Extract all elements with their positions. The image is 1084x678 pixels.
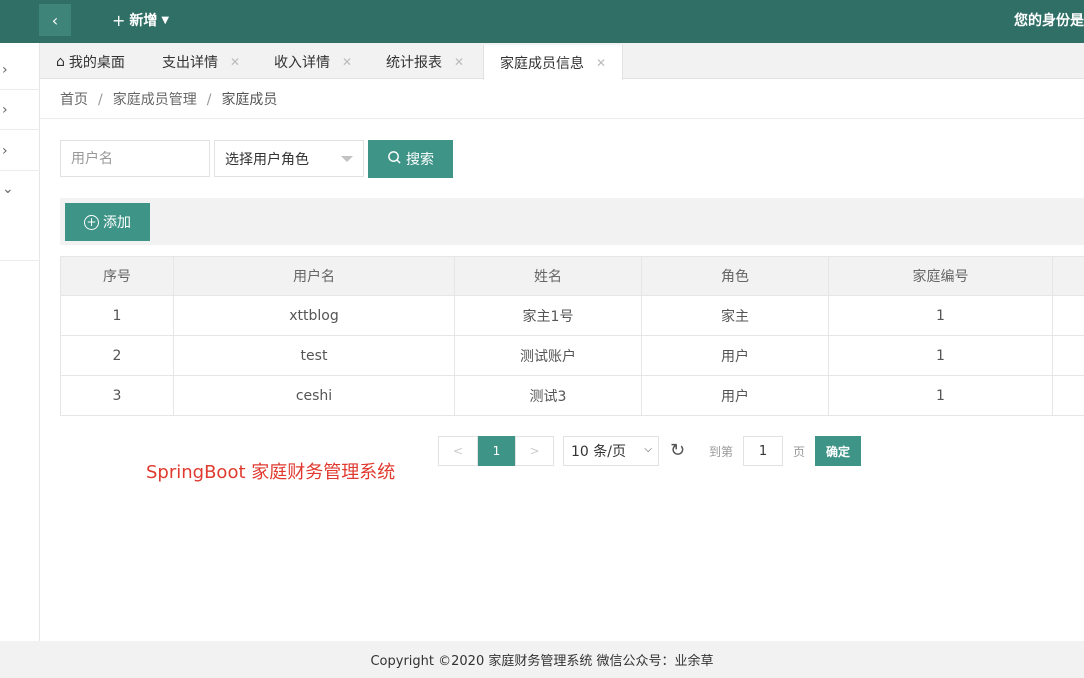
home-icon: ⌂	[56, 54, 65, 70]
tab-label: 收入详情	[274, 55, 330, 71]
close-icon[interactable]: ✕	[596, 56, 606, 70]
cell-more	[1052, 375, 1084, 416]
page-1-button[interactable]: 1	[478, 436, 515, 466]
table-toolbar: + 添加	[60, 198, 1084, 245]
close-icon[interactable]: ✕	[342, 55, 352, 69]
cell-index: 2	[60, 335, 174, 376]
cell-username: ceshi	[173, 375, 455, 416]
goto-prefix: 到第	[709, 445, 734, 459]
system-title-watermark: SpringBoot 家庭财务管理系统	[146, 462, 396, 483]
cell-role: 用户	[641, 335, 829, 376]
search-button-label: 搜索	[406, 152, 434, 168]
caret-down-icon	[341, 156, 353, 162]
footer: Copyright ©2020 家庭财务管理系统 微信公众号：业余草	[0, 641, 1084, 678]
divider	[40, 118, 1084, 119]
next-page-button[interactable]: >	[515, 436, 554, 466]
close-icon[interactable]: ✕	[230, 55, 240, 69]
tab-family-members[interactable]: 家庭成员信息 ✕	[483, 45, 624, 80]
tab-label: 统计报表	[386, 55, 442, 71]
goto-page-input[interactable]	[743, 436, 783, 466]
header-role[interactable]: 角色	[641, 256, 829, 296]
plus-icon: +	[112, 10, 126, 30]
caret-down-icon: ▼	[161, 14, 170, 26]
breadcrumb: 首页 / 家庭成员管理 / 家庭成员	[60, 92, 278, 108]
cell-name: 家主1号	[454, 295, 642, 336]
tab-income-detail[interactable]: 收入详情 ✕	[274, 45, 352, 79]
breadcrumb-family-management[interactable]: 家庭成员管理	[113, 92, 197, 108]
table-header-row: 序号 用户名 姓名 角色 家庭编号	[60, 256, 1084, 296]
tab-label: 支出详情	[162, 55, 218, 71]
header-more	[1052, 256, 1084, 296]
goto-suffix: 页	[793, 445, 806, 459]
page-size-value: 10 条/页	[571, 444, 626, 460]
user-identity[interactable]: 您的身份是	[1014, 10, 1084, 30]
role-select[interactable]: 选择用户角色	[214, 140, 364, 177]
table-row[interactable]: 3 ceshi 测试3 用户 1	[60, 375, 1084, 416]
page-size-select[interactable]: 10 条/页 ⌵	[563, 436, 659, 466]
member-table: 序号 用户名 姓名 角色 家庭编号 1 xttblog 家主1号 家主 1 2 …	[60, 256, 1084, 416]
header-index[interactable]: 序号	[60, 256, 174, 296]
add-member-button[interactable]: + 添加	[65, 203, 150, 241]
confirm-goto-button[interactable]: 确定	[815, 436, 861, 466]
cell-more	[1052, 295, 1084, 336]
header-username[interactable]: 用户名	[173, 256, 455, 296]
add-circle-icon: +	[84, 214, 99, 230]
chevron-right-icon[interactable]: ›	[0, 131, 40, 171]
header-family-id[interactable]: 家庭编号	[828, 256, 1053, 296]
tab-statistics[interactable]: 统计报表 ✕	[386, 45, 464, 79]
breadcrumb-current: 家庭成员	[221, 92, 278, 108]
cell-username: test	[173, 335, 455, 376]
cell-family-id: 1	[828, 295, 1053, 336]
search-button[interactable]: 搜索	[368, 140, 453, 178]
tab-my-desktop[interactable]: ⌂ 我的桌面	[56, 45, 125, 79]
add-new-label: 新增	[129, 13, 158, 29]
cell-name: 测试账户	[454, 335, 642, 376]
add-button-label: 添加	[103, 215, 131, 231]
breadcrumb-home[interactable]: 首页	[60, 92, 88, 108]
cell-index: 1	[60, 295, 174, 336]
cell-family-id: 1	[828, 375, 1053, 416]
cell-name: 测试3	[454, 375, 642, 416]
table-row[interactable]: 2 test 测试账户 用户 1	[60, 335, 1084, 376]
cell-username: xttblog	[173, 295, 455, 336]
sidebar: › › › ⌄	[0, 43, 40, 678]
add-new-menu[interactable]: + 新增 ▼	[112, 10, 169, 30]
table-row[interactable]: 1 xttblog 家主1号 家主 1	[60, 295, 1084, 336]
chevron-right-icon[interactable]: ›	[0, 90, 40, 130]
tab-expense-detail[interactable]: 支出详情 ✕	[162, 45, 240, 79]
username-input[interactable]	[60, 140, 210, 177]
refresh-icon[interactable]: ↻	[670, 440, 685, 461]
cell-role: 用户	[641, 375, 829, 416]
tab-label: 我的桌面	[68, 55, 125, 71]
tab-bar: ⌂ 我的桌面 支出详情 ✕ 收入详情 ✕ 统计报表 ✕ 家庭成员信息 ✕	[40, 43, 1084, 80]
chevron-left-icon[interactable]: ‹	[39, 4, 71, 36]
header-name[interactable]: 姓名	[454, 256, 642, 296]
tab-label: 家庭成员信息	[500, 55, 584, 72]
copyright-text: Copyright ©2020 家庭财务管理系统 微信公众号：业余草	[370, 654, 714, 669]
close-icon[interactable]: ✕	[454, 55, 464, 69]
cell-family-id: 1	[828, 335, 1053, 376]
chevron-down-icon: ⌵	[644, 444, 652, 455]
prev-page-button[interactable]: <	[438, 436, 478, 466]
cell-index: 3	[60, 375, 174, 416]
cell-more	[1052, 335, 1084, 376]
search-icon	[387, 150, 402, 169]
chevron-right-icon[interactable]: ›	[0, 50, 40, 90]
top-header: ‹ + 新增 ▼ 您的身份是	[0, 0, 1084, 43]
cell-role: 家主	[641, 295, 829, 336]
role-select-value: 选择用户角色	[225, 151, 309, 168]
chevron-down-icon[interactable]: ⌄	[0, 171, 40, 261]
